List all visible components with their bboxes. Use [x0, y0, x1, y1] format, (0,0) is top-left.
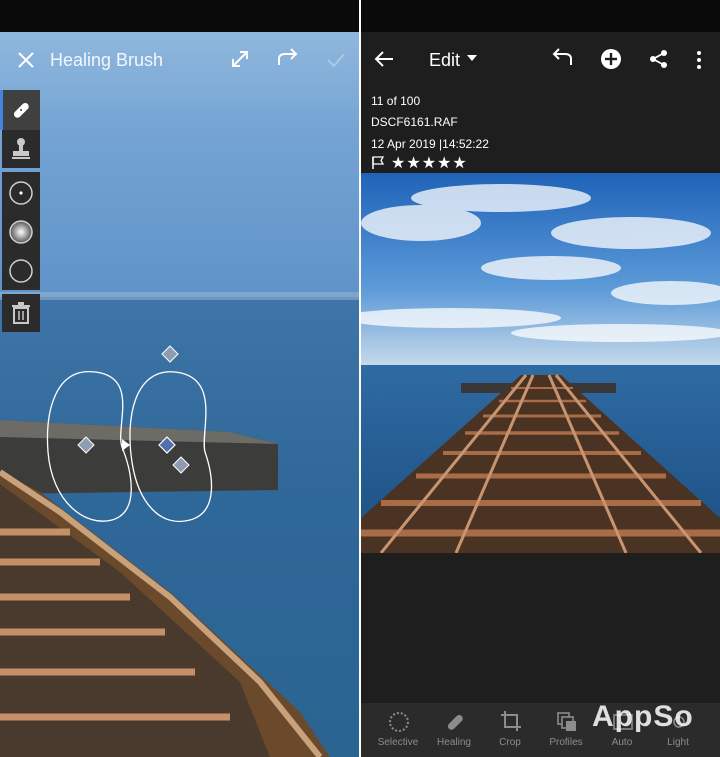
redo-icon[interactable]: [276, 48, 300, 70]
tool-title: Healing Brush: [50, 50, 164, 70]
tab-selective[interactable]: Selective: [370, 703, 426, 757]
caret-down-icon[interactable]: [467, 55, 477, 63]
brush-size-icon[interactable]: [8, 180, 34, 206]
crop-icon: [501, 711, 521, 731]
main-photo[interactable]: [361, 173, 720, 553]
tab-crop[interactable]: Crop: [482, 703, 538, 757]
clone-stamp-tool[interactable]: [2, 130, 40, 168]
active-indicator: [0, 90, 3, 130]
brush-feather-icon[interactable]: [8, 219, 34, 245]
tab-healing[interactable]: Healing: [426, 703, 482, 757]
bandage-icon: [13, 102, 29, 118]
brush-opacity-icon[interactable]: [8, 258, 34, 284]
bandage-icon: [447, 714, 463, 730]
close-icon[interactable]: [16, 50, 36, 70]
healing-pin-top: [161, 345, 179, 363]
horizon-haze: [0, 292, 359, 300]
photo-canvas[interactable]: [0, 32, 359, 757]
photo-filename: DSCF6161.RAF: [371, 115, 458, 129]
trash-icon: [12, 302, 30, 324]
checkmark-icon[interactable]: [326, 50, 346, 70]
back-arrow-icon[interactable]: [373, 49, 395, 69]
selective-icon: [389, 712, 409, 732]
add-circle-icon[interactable]: [600, 48, 622, 70]
status-bar: [361, 0, 720, 32]
status-bar: [0, 0, 359, 32]
expand-icon[interactable]: [229, 48, 251, 70]
edit-mode-title[interactable]: Edit: [429, 50, 460, 71]
share-icon[interactable]: [649, 49, 669, 69]
appso-watermark: AppSo: [592, 700, 694, 733]
brush-settings-group: [2, 172, 40, 290]
profiles-icon: [557, 712, 576, 731]
edit-screen: Edit 11 of 100 DSCF6161.RAF 12 Apr 2019 …: [361, 0, 720, 757]
undo-icon[interactable]: [550, 48, 574, 70]
photo-datetime: 12 Apr 2019 |14:52:22: [371, 137, 489, 151]
healing-brush-screen: Healing Brush: [0, 0, 359, 757]
flag-icon[interactable]: [371, 156, 385, 170]
tab-profiles[interactable]: Profiles: [538, 703, 594, 757]
star-rating[interactable]: ★★★★★: [391, 153, 468, 173]
stamp-icon: [12, 138, 30, 159]
delete-tool[interactable]: [2, 294, 40, 332]
more-vertical-icon[interactable]: [695, 50, 703, 70]
photo-counter: 11 of 100: [371, 94, 421, 108]
photo-canvas: [361, 173, 720, 553]
healing-brush-tool[interactable]: [0, 90, 40, 130]
